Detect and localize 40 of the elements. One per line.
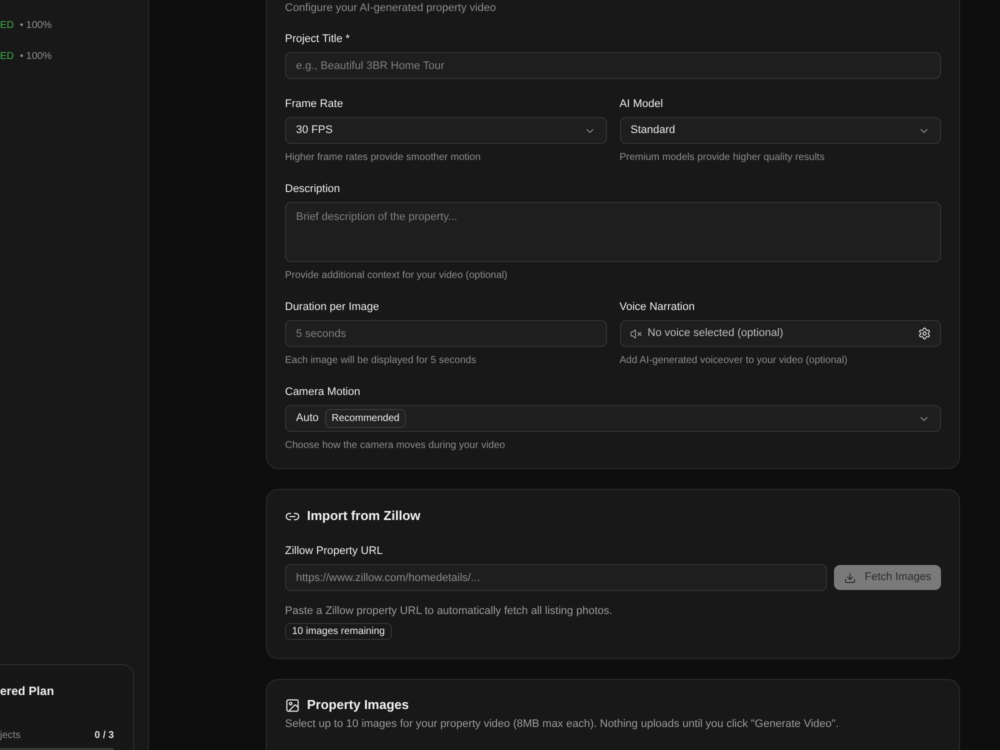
- field-label: AI Model: [620, 97, 664, 111]
- help-text: Premium models provide higher quality results: [620, 152, 826, 164]
- card-title: Property Images: [307, 696, 409, 714]
- url-input[interactable]: https://www.zillow.com/homedetails/...: [285, 564, 827, 591]
- text-input[interactable]: e.g., Beautiful 3BR Home Tour: [285, 52, 941, 79]
- text-input[interactable]: 5 seconds: [285, 320, 606, 347]
- help-text: Add AI-generated voiceover to your video (optional): [620, 355, 848, 367]
- muted-speaker-icon: [630, 328, 642, 340]
- card-title: Import from Zillow: [307, 507, 420, 525]
- voice-picker[interactable]: No voice selected (optional): [620, 320, 941, 347]
- select-dropdown[interactable]: Standard: [620, 117, 941, 144]
- settings-icon[interactable]: [918, 327, 931, 340]
- field-label: Description: [285, 182, 342, 196]
- card-description: Select up to 10 images for your property video (8MB max each). Nothing uploads until you click "Generate Video".: [285, 717, 840, 731]
- select-dropdown[interactable]: Auto Recommended: [285, 405, 941, 432]
- help-text: Each image will be displayed for 5 seconds: [285, 355, 478, 367]
- status-label: ED: [0, 50, 14, 64]
- field-label: Voice Narration: [620, 300, 696, 314]
- card-subtitle: Configure your AI-generated property video: [285, 1, 497, 15]
- select-dropdown[interactable]: 30 FPS: [285, 117, 606, 144]
- option-tag: Recommended: [324, 409, 406, 428]
- help-text: Choose how the camera moves during your video: [285, 440, 506, 452]
- field-label: Frame Rate: [285, 97, 344, 111]
- plan-title: ered Plan: [0, 684, 56, 698]
- help-text: Higher frame rates provide smoother motion: [285, 152, 482, 164]
- remaining-count-tag: 10 images remaining: [285, 623, 392, 640]
- image-icon: [285, 698, 300, 712]
- usage-label: jects: [0, 730, 21, 742]
- status-label: ED: [0, 19, 14, 33]
- description-textarea[interactable]: Brief description of the property...: [285, 202, 941, 262]
- help-text: Provide additional context for your video (optional): [285, 270, 508, 282]
- field-label: Zillow Property URL: [285, 544, 384, 558]
- field-label: Project Title *: [285, 32, 351, 46]
- progress-percent: • 100%: [20, 50, 52, 64]
- help-text: Paste a Zillow property URL to automatically fetch all listing photos.: [285, 604, 614, 618]
- usage-count: 0 / 3: [94, 730, 114, 742]
- field-label: Camera Motion: [285, 385, 362, 399]
- progress-percent: • 100%: [20, 19, 52, 33]
- download-icon: [844, 572, 856, 584]
- field-label: Duration per Image: [285, 300, 380, 314]
